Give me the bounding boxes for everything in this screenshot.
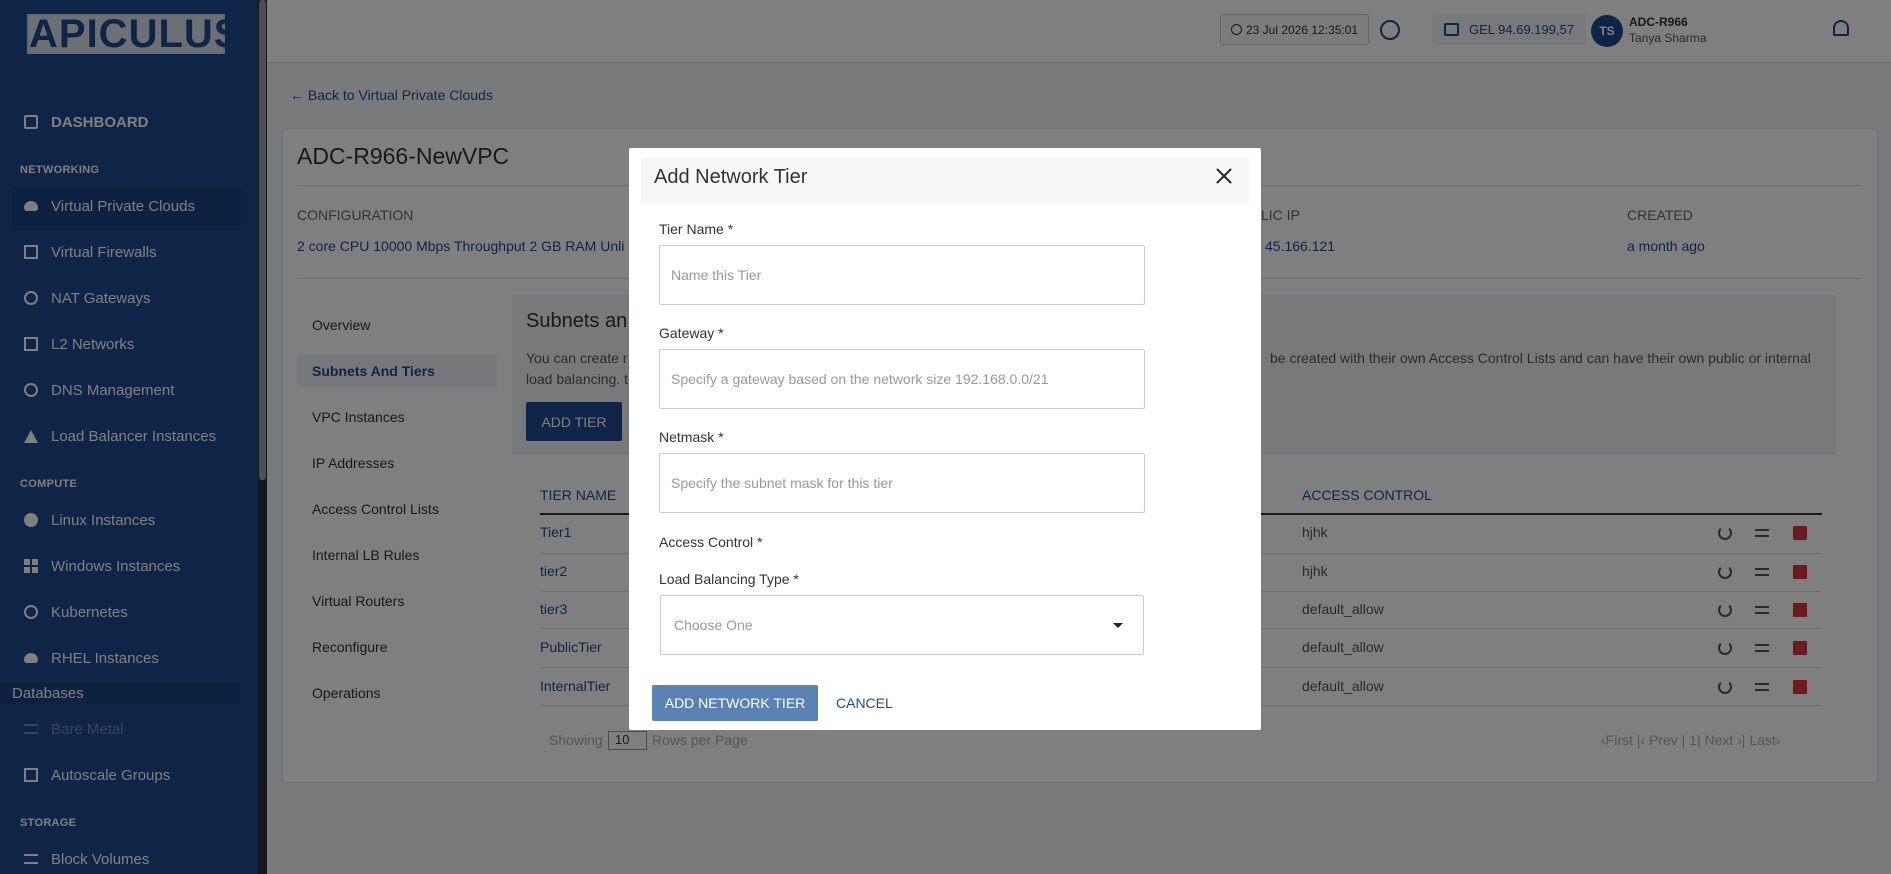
netmask-input[interactable]: [659, 453, 1145, 513]
modal-title: Add Network Tier: [654, 166, 808, 188]
access-control-label: Access Control *: [659, 534, 763, 550]
cancel-button[interactable]: CANCEL: [828, 685, 901, 721]
gateway-label: Gateway *: [659, 325, 724, 341]
add-network-tier-button[interactable]: ADD NETWORK TIER: [652, 685, 818, 721]
netmask-label: Netmask *: [659, 429, 724, 445]
close-icon[interactable]: [1212, 164, 1236, 188]
lb-type-select[interactable]: Choose One: [660, 595, 1144, 655]
add-network-tier-dialog: Add Network Tier Tier Name * Gateway * N…: [629, 148, 1261, 730]
lb-type-label: Load Balancing Type *: [659, 571, 799, 587]
gateway-input[interactable]: [659, 349, 1145, 409]
tier-name-label: Tier Name *: [659, 221, 734, 237]
caret-down-icon: [1113, 623, 1123, 628]
tier-name-input[interactable]: [659, 245, 1145, 305]
